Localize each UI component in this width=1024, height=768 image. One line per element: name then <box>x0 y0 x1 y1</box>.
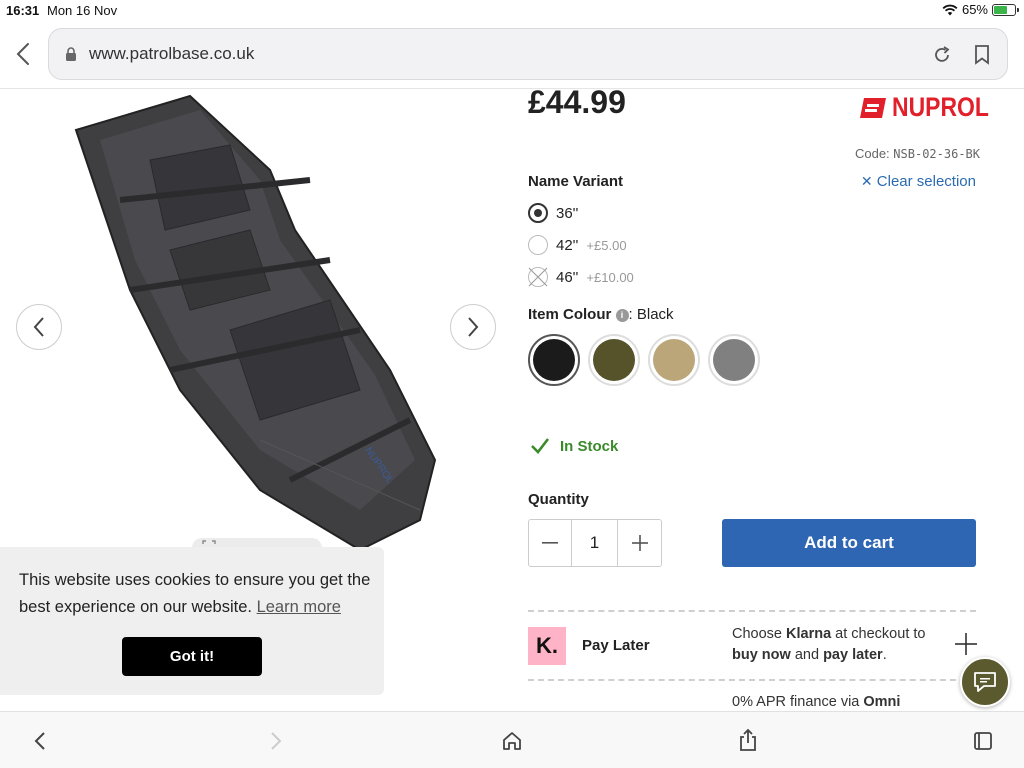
browser-back-icon[interactable] <box>12 40 36 68</box>
colour-swatch-olive[interactable] <box>588 334 640 386</box>
product-price: £44.99 <box>528 84 626 120</box>
product-image[interactable]: NUPROL <box>60 90 460 552</box>
brand-logo[interactable]: NUPROL <box>860 92 1006 123</box>
radio-icon[interactable] <box>528 235 548 255</box>
battery-icon <box>992 3 1019 16</box>
colour-label-title: Item Colour <box>528 306 612 323</box>
divider <box>528 610 976 612</box>
variant-option-46[interactable]: 46'' +£10.00 <box>528 266 634 288</box>
quantity-decrease-button[interactable] <box>529 520 572 566</box>
accept-cookies-button[interactable]: Got it! <box>122 637 262 676</box>
battery-percent: 65% <box>961 2 988 17</box>
chat-icon <box>974 672 996 692</box>
previous-image-button[interactable] <box>16 304 62 350</box>
variant-label-36: 36'' <box>556 204 579 222</box>
chevron-left-icon <box>33 317 44 337</box>
pay-later-title: Pay Later <box>582 637 650 654</box>
variant-label: Name Variant <box>528 173 624 190</box>
divider <box>528 679 976 681</box>
next-image-button[interactable] <box>450 304 496 350</box>
browser-toolbar <box>0 711 1024 768</box>
add-to-cart-button[interactable]: Add to cart <box>722 519 976 567</box>
variant-surcharge: +£5.00 <box>586 237 627 253</box>
product-code-label: Code: <box>854 146 890 161</box>
expand-klarna-button[interactable] <box>955 633 977 660</box>
quantity-stepper[interactable]: 1 <box>528 519 662 567</box>
reload-icon[interactable] <box>931 44 953 66</box>
status-time: 16:31 <box>6 3 40 18</box>
quantity-increase-button[interactable] <box>618 520 661 566</box>
address-bar[interactable]: www.patrolbase.co.uk <box>48 28 1008 80</box>
minus-icon <box>541 542 558 544</box>
brand-mark-icon <box>860 97 886 118</box>
tabs-icon[interactable] <box>972 730 994 752</box>
share-icon[interactable] <box>737 728 759 752</box>
status-bar: 16:31 Mon 16 Nov 65% <box>0 0 1024 20</box>
stock-text: In Stock <box>560 437 619 455</box>
variant-label-42: 42'' <box>556 236 579 254</box>
home-icon[interactable] <box>501 730 523 752</box>
variant-label-46: 46'' <box>556 268 579 286</box>
quantity-label: Quantity <box>528 491 589 508</box>
colour-label: Item Colour i: Black <box>528 306 674 323</box>
clear-selection-link[interactable]: ✕ Clear selection <box>861 173 976 190</box>
divider <box>0 88 1024 89</box>
colour-swatch-black[interactable] <box>528 334 580 386</box>
stock-status: In Stock <box>530 437 618 455</box>
variant-option-36[interactable]: 36'' <box>528 202 578 224</box>
info-icon[interactable]: i <box>615 309 629 322</box>
finance-text: 0% APR finance via Omni <box>732 694 901 710</box>
colour-swatch-grey[interactable] <box>708 334 760 386</box>
checkmark-icon <box>531 438 550 454</box>
product-code-value: NSB-02-36-BK <box>893 147 980 161</box>
klarna-description: Choose Klarna at checkout to buy now and… <box>732 626 926 663</box>
plus-icon <box>955 633 977 655</box>
radio-unavailable-icon[interactable] <box>528 267 548 287</box>
forward-icon[interactable] <box>268 730 284 752</box>
variant-surcharge: +£10.00 <box>586 269 634 285</box>
lock-icon <box>66 47 76 61</box>
brand-name: NUPROL <box>892 92 989 122</box>
wifi-icon <box>942 4 958 15</box>
clear-selection-label: Clear selection <box>876 173 976 190</box>
chat-button[interactable] <box>960 657 1010 707</box>
quantity-input[interactable]: 1 <box>572 520 619 566</box>
colour-swatch-tan[interactable] <box>648 334 700 386</box>
status-indicators: 65% <box>942 2 1019 17</box>
klarna-logo: K. <box>528 627 566 665</box>
product-code: Code: NSB-02-36-BK <box>855 146 980 161</box>
cookie-message: This website uses cookies to ensure you … <box>19 567 379 621</box>
cookie-banner: This website uses cookies to ensure you … <box>0 547 384 695</box>
bookmark-icon[interactable] <box>973 44 991 66</box>
url-text: www.patrolbase.co.uk <box>89 44 255 63</box>
variant-option-42[interactable]: 42'' +£5.00 <box>528 234 627 256</box>
plus-icon <box>631 535 648 551</box>
colour-label-value: : Black <box>628 306 674 323</box>
back-icon[interactable] <box>32 730 48 752</box>
chevron-right-icon <box>468 317 479 337</box>
learn-more-link[interactable]: Learn more <box>257 598 341 616</box>
status-date: Mon 16 Nov <box>47 3 118 18</box>
radio-selected-icon[interactable] <box>528 203 548 223</box>
close-icon: ✕ <box>860 173 873 189</box>
